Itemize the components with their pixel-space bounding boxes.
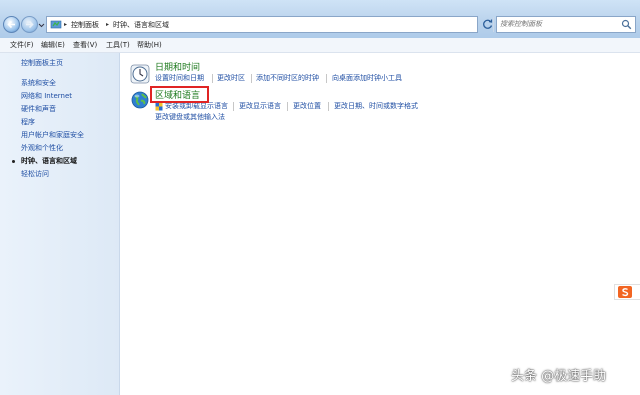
menu-view[interactable]: 查看(V) (73, 39, 97, 51)
link-separator (212, 74, 213, 83)
link-add-clocks[interactable]: 添加不同时区的时钟 (256, 73, 319, 83)
sidebar: 控制面板主页 系统和安全 网络和 Internet 硬件和声音 程序 用户帐户和… (0, 53, 120, 395)
sidebar-item-system-security[interactable]: 系统和安全 (21, 78, 56, 88)
link-separator (251, 74, 252, 83)
sidebar-item-programs[interactable]: 程序 (21, 117, 35, 127)
back-button[interactable] (3, 16, 20, 33)
back-arrow-icon (7, 20, 15, 29)
annotation-highlight-box (150, 86, 209, 103)
sidebar-item-ease-of-access[interactable]: 轻松访问 (21, 169, 49, 179)
menu-bar: 文件(F) 编辑(E) 查看(V) 工具(T) 帮助(H) (0, 38, 640, 53)
link-change-date-time-number-format[interactable]: 更改日期、时间或数字格式 (334, 101, 418, 111)
link-separator (287, 102, 288, 111)
link-separator (233, 102, 234, 111)
link-change-location[interactable]: 更改位置 (293, 101, 321, 111)
search-input[interactable] (500, 18, 618, 30)
menu-help[interactable]: 帮助(H) (137, 39, 162, 51)
link-add-clock-gadget[interactable]: 向桌面添加时钟小工具 (332, 73, 402, 83)
link-separator (328, 102, 329, 111)
sidebar-item-user-accounts[interactable]: 用户帐户和家庭安全 (21, 130, 84, 140)
address-bar[interactable]: ▸ 控制面板 ▸ 时钟、语言和区域 (46, 16, 505, 33)
sidebar-home-link[interactable]: 控制面板主页 (21, 58, 63, 68)
clock-icon[interactable] (130, 64, 150, 84)
link-set-time-date[interactable]: 设置时间和日期 (155, 73, 204, 83)
uac-shield-icon (155, 102, 163, 111)
breadcrumb-separator-icon[interactable]: ▸ (64, 19, 67, 31)
sidebar-item-appearance[interactable]: 外观和个性化 (21, 143, 63, 153)
sidebar-item-hardware-sound[interactable]: 硬件和声音 (21, 104, 56, 114)
search-icon[interactable] (621, 19, 632, 30)
current-item-bullet-icon (12, 160, 15, 163)
sidebar-item-network-internet[interactable]: 网络和 Internet (21, 91, 72, 101)
control-panel-icon (50, 20, 62, 29)
search-box[interactable] (496, 16, 636, 33)
refresh-icon[interactable] (480, 17, 495, 32)
menu-tools[interactable]: 工具(T) (106, 39, 130, 51)
window-titlebar: ▸ 控制面板 ▸ 时钟、语言和区域 (0, 0, 640, 39)
breadcrumb-separator-icon[interactable]: ▸ (106, 19, 109, 31)
recent-pages-dropdown-icon[interactable] (38, 22, 45, 28)
breadcrumb-control-panel[interactable]: 控制面板 (71, 19, 99, 31)
input-method-tab[interactable] (614, 284, 640, 300)
sogou-logo-icon (618, 286, 632, 298)
link-change-display-language[interactable]: 更改显示语言 (239, 101, 281, 111)
link-separator (326, 74, 327, 83)
menu-file[interactable]: 文件(F) (10, 39, 34, 51)
main-content: 日期和时间 设置时间和日期 更改时区 添加不同时区的时钟 向桌面添加时钟小工具 … (120, 53, 640, 395)
link-change-timezone[interactable]: 更改时区 (217, 73, 245, 83)
link-change-keyboard-input[interactable]: 更改键盘或其他输入法 (155, 112, 225, 122)
forward-arrow-icon (26, 20, 34, 29)
breadcrumb-clock-language-region[interactable]: 时钟、语言和区域 (113, 19, 169, 31)
forward-button[interactable] (21, 16, 38, 33)
menu-edit[interactable]: 编辑(E) (41, 39, 65, 51)
sidebar-item-clock-language-region: 时钟、语言和区域 (21, 157, 77, 165)
globe-icon[interactable] (130, 90, 150, 110)
watermark-text: 头条 @极速手助 (511, 369, 607, 384)
